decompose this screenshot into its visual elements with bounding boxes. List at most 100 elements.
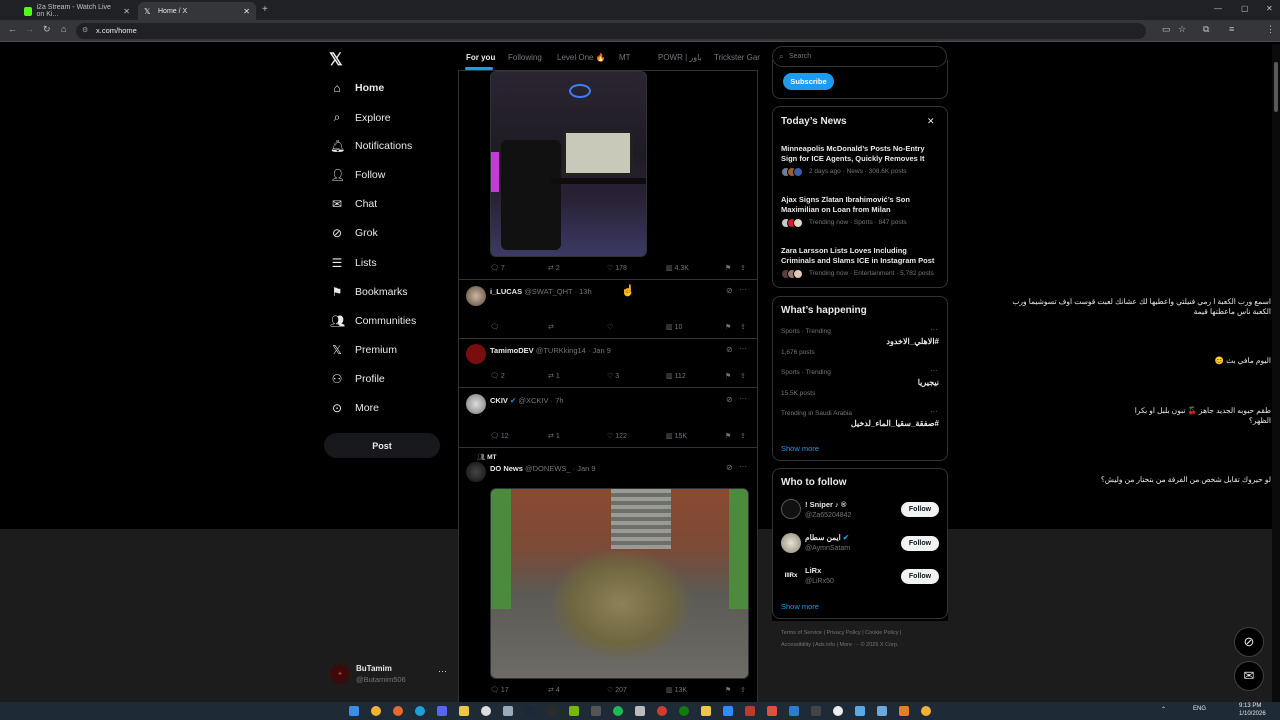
bookmark-icon[interactable]: ⚑ xyxy=(725,264,731,272)
app-icon[interactable] xyxy=(811,706,821,716)
follow-button[interactable]: Follow xyxy=(901,502,939,517)
subscribe-button[interactable]: Subscribe xyxy=(783,73,834,90)
app-icon[interactable] xyxy=(635,706,645,716)
edge-icon[interactable] xyxy=(415,706,425,716)
new-tab-icon[interactable]: + xyxy=(262,4,268,15)
url-field[interactable]: ⚙ x.com/home xyxy=(76,23,1146,39)
like-button[interactable]: ♡ 207 xyxy=(607,686,627,694)
close-tab-icon[interactable]: ✕ xyxy=(243,7,250,16)
tab-powr[interactable]: POWR | باور xyxy=(658,53,702,62)
grok-icon[interactable]: ⊘ xyxy=(726,463,733,472)
grok-icon[interactable]: ⊘ xyxy=(726,286,733,295)
avatar[interactable] xyxy=(466,394,486,414)
nvidia-icon[interactable] xyxy=(569,706,579,716)
share-icon[interactable]: ⇪ xyxy=(740,264,746,272)
reply-button[interactable]: 🗨︎ 2 xyxy=(490,372,505,380)
community-label[interactable]: 👥︎ MT xyxy=(477,453,496,461)
author-name[interactable]: DO News xyxy=(490,464,523,473)
repost-button[interactable]: ⇄ xyxy=(548,323,554,331)
app-icon[interactable] xyxy=(723,706,733,716)
views-button[interactable]: ▥ 10 xyxy=(666,323,682,331)
like-button[interactable]: ♡ 3 xyxy=(607,372,619,380)
tweet-time[interactable]: · 7h xyxy=(551,396,564,405)
tab-for-you[interactable]: For you xyxy=(466,53,495,62)
avatar[interactable] xyxy=(781,499,801,519)
scrollbar[interactable] xyxy=(1272,44,1280,702)
folder-icon[interactable] xyxy=(459,706,469,716)
grok-button[interactable]: ⊘ xyxy=(1234,627,1264,657)
repost-button[interactable]: ⇄ 2 xyxy=(548,264,560,272)
share-icon[interactable]: ⇪ xyxy=(740,323,746,331)
sidebar-item-follow[interactable]: 👤︎ Follow xyxy=(330,168,385,182)
reply-button[interactable]: 🗨︎ 12 xyxy=(490,432,509,440)
clock-date[interactable]: 1/10/2026 xyxy=(1239,711,1266,717)
reply-button[interactable]: 🗨︎ 17 xyxy=(490,686,509,694)
views-button[interactable]: ▥ 15K xyxy=(666,432,687,440)
more-icon[interactable]: ··· xyxy=(739,344,747,353)
tab-mt[interactable]: MT xyxy=(619,53,631,62)
news-item[interactable]: Ajax Signs Zlatan Ibrahimović’s Son Maxi… xyxy=(781,195,941,215)
tab-trickster[interactable]: Trickster Gar xyxy=(714,53,760,62)
follow-name[interactable]: ! Sniper ♪ ® xyxy=(805,500,846,509)
app-icon[interactable] xyxy=(657,706,667,716)
repost-button[interactable]: ⇄ 1 xyxy=(548,432,560,440)
share-icon[interactable]: ⇪ xyxy=(740,432,746,440)
avatar[interactable] xyxy=(466,462,486,482)
more-icon[interactable]: ··· xyxy=(739,285,747,294)
like-button[interactable]: ♡ xyxy=(607,323,613,331)
author-handle[interactable]: @DONEWS_ xyxy=(525,464,571,473)
share-icon[interactable]: ⇪ xyxy=(740,686,746,694)
app-icon[interactable] xyxy=(833,706,843,716)
reload-icon[interactable]: ↻ xyxy=(43,24,51,35)
forward-icon[interactable]: → xyxy=(25,24,34,34)
messages-button[interactable]: ✉ xyxy=(1234,661,1264,691)
sidebar-item-more[interactable]: ⊙ More xyxy=(330,401,379,415)
sidebar-item-lists[interactable]: ☰ Lists xyxy=(330,256,377,270)
share-icon[interactable]: ⇪ xyxy=(740,372,746,380)
more-icon[interactable]: ··· xyxy=(739,394,747,403)
tweet-media-image[interactable] xyxy=(490,488,749,679)
sidebar-item-chat[interactable]: ✉ Chat xyxy=(330,197,377,211)
sidebar-item-grok[interactable]: ⊘ Grok xyxy=(330,226,378,240)
sidebar-item-communities[interactable]: 👥︎ Communities xyxy=(330,314,416,328)
news-item[interactable]: Minneapolis McDonald’s Posts No-Entry Si… xyxy=(781,144,941,164)
star-icon[interactable]: ☆ xyxy=(1178,24,1186,35)
sidebar-item-home[interactable]: ⌂ Home xyxy=(330,81,384,95)
tray-chevron-icon[interactable]: ⌃ xyxy=(1161,706,1166,713)
bookmark-icon[interactable]: ⚑ xyxy=(725,432,731,440)
reply-button[interactable]: 🗨︎ xyxy=(490,323,499,331)
browser-tab-x[interactable]: 𝕏 Home / X ✕ xyxy=(138,2,256,20)
app-icon[interactable] xyxy=(789,706,799,716)
app-icon[interactable] xyxy=(481,706,491,716)
tweet-time[interactable]: · Jan 9 xyxy=(588,346,611,355)
footer-links[interactable]: Terms of Service | Privacy Policy | Cook… xyxy=(781,630,901,636)
grok-icon[interactable]: ⊘ xyxy=(726,345,733,354)
tab-following[interactable]: Following xyxy=(508,53,542,62)
xbox-icon[interactable] xyxy=(679,706,689,716)
author-handle[interactable]: @TURKking14 xyxy=(536,346,586,355)
close-window-icon[interactable]: ✕ xyxy=(1266,4,1273,13)
avatar[interactable] xyxy=(466,286,486,306)
avatar[interactable]: llIRx xyxy=(781,566,801,586)
follow-button[interactable]: Follow xyxy=(901,569,939,584)
minimize-icon[interactable]: — xyxy=(1214,4,1222,13)
app-icon[interactable] xyxy=(745,706,755,716)
trend-item[interactable]: #صفقة_سقيا_الماء_لدخيل xyxy=(851,419,939,428)
footer-links[interactable]: Accessibility | Ads info | More ··· © 20… xyxy=(781,642,899,648)
sidebar-item-explore[interactable]: ⌕ Explore xyxy=(330,110,391,125)
tweet-time[interactable]: · Jan 9 xyxy=(573,464,596,473)
app-icon[interactable] xyxy=(767,706,777,716)
post-button[interactable]: Post xyxy=(324,433,440,458)
bookmark-icon[interactable]: ⚑ xyxy=(725,323,731,331)
show-more-link[interactable]: Show more xyxy=(781,602,819,611)
bookmark-icon[interactable]: ⚑ xyxy=(725,372,731,380)
language-indicator[interactable]: ENG xyxy=(1193,706,1206,712)
repost-button[interactable]: ⇄ 1 xyxy=(548,372,560,380)
app-icon[interactable] xyxy=(877,706,887,716)
like-button[interactable]: ♡ 122 xyxy=(607,432,627,440)
sidebar-item-bookmarks[interactable]: ⚑ Bookmarks xyxy=(330,285,408,299)
author-name[interactable]: i_LUCAS xyxy=(490,287,522,296)
avatar[interactable] xyxy=(466,344,486,364)
more-icon[interactable]: ··· xyxy=(930,325,938,334)
sidebar-item-profile[interactable]: ⚇ Profile xyxy=(330,372,385,386)
